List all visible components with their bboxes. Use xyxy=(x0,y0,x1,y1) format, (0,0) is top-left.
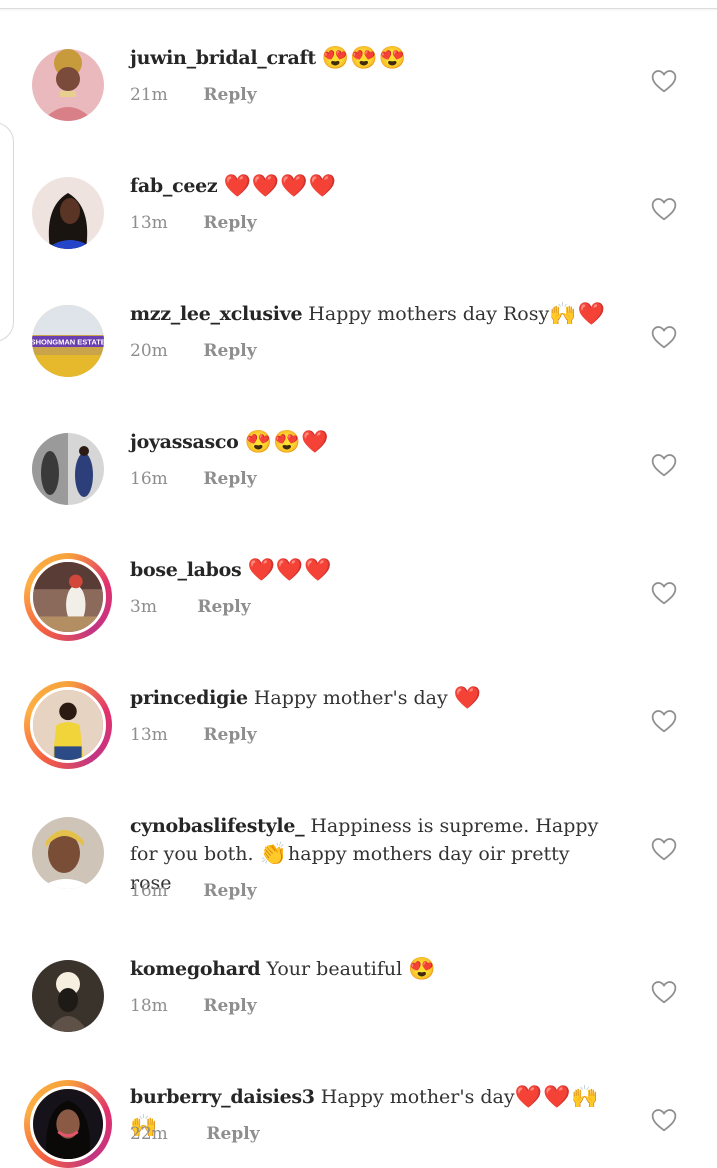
comment-time: 18m xyxy=(130,996,168,1016)
comment-time: 16m xyxy=(130,469,168,489)
avatar[interactable] xyxy=(32,817,104,889)
reply-button[interactable]: Reply xyxy=(203,213,256,233)
comment-text: Happy mother's day xyxy=(320,1086,515,1108)
like-heart-icon[interactable] xyxy=(651,453,677,477)
like-heart-icon[interactable] xyxy=(651,980,677,1004)
comment-time: 13m xyxy=(130,213,168,233)
reply-button[interactable]: Reply xyxy=(203,85,256,105)
like-heart-icon[interactable] xyxy=(651,837,677,861)
reply-button[interactable]: Reply xyxy=(203,725,256,745)
avatar[interactable] xyxy=(32,177,104,249)
reply-button[interactable]: Reply xyxy=(206,1124,259,1144)
comment-time: 21m xyxy=(130,85,168,105)
avatar[interactable] xyxy=(24,681,112,769)
comment-time: 3m xyxy=(130,597,157,617)
comment-time: 20m xyxy=(130,341,168,361)
comment-username[interactable]: komegohard xyxy=(130,958,261,980)
comment-username[interactable]: burberry_daisies3 xyxy=(130,1086,315,1108)
like-heart-icon[interactable] xyxy=(651,69,677,93)
comment-text: Your beautiful xyxy=(266,958,403,980)
avatar[interactable] xyxy=(24,1080,112,1168)
reply-button[interactable]: Reply xyxy=(203,881,256,901)
avatar[interactable] xyxy=(32,960,104,1032)
side-drawer-handle[interactable] xyxy=(0,122,14,342)
reply-button[interactable]: Reply xyxy=(197,597,250,617)
avatar[interactable]: ASHONGMAN ESTATES xyxy=(32,305,104,377)
reply-button[interactable]: Reply xyxy=(203,341,256,361)
avatar[interactable] xyxy=(32,433,104,505)
like-heart-icon[interactable] xyxy=(651,581,677,605)
comment-username[interactable]: princedigie xyxy=(130,687,248,709)
comment-time: 22m xyxy=(130,1124,168,1144)
reply-button[interactable]: Reply xyxy=(203,469,256,489)
comment-text: Happy mother's day xyxy=(253,687,448,709)
comment-username[interactable]: mzz_lee_xclusive xyxy=(130,303,303,325)
comment-emoji: 👏 xyxy=(259,842,289,867)
comment-emoji: 😍😍❤️ xyxy=(244,430,330,455)
comment-time: 16m xyxy=(130,881,168,901)
top-bar xyxy=(0,0,717,9)
comment-emoji: ❤️❤️❤️❤️ xyxy=(223,174,338,199)
comment-username[interactable]: joyassasco xyxy=(130,431,239,453)
comment-emoji: 🙌❤️ xyxy=(549,302,607,327)
avatar[interactable] xyxy=(32,49,104,121)
comment-text: Happy mothers day Rosy xyxy=(308,303,550,325)
comment-emoji: 😍😍😍 xyxy=(321,46,408,71)
comment-username[interactable]: juwin_bridal_craft xyxy=(130,47,316,69)
avatar[interactable] xyxy=(24,553,112,641)
comment-username[interactable]: cynobaslifestyle_ xyxy=(130,815,305,837)
comment-emoji: ❤️❤️❤️ xyxy=(247,558,333,583)
like-heart-icon[interactable] xyxy=(651,1108,677,1132)
svg-text:ASHONGMAN ESTATES: ASHONGMAN ESTATES xyxy=(32,338,104,347)
comment-username[interactable]: bose_labos xyxy=(130,559,242,581)
reply-button[interactable]: Reply xyxy=(203,996,256,1016)
like-heart-icon[interactable] xyxy=(651,197,677,221)
comment-username[interactable]: fab_ceez xyxy=(130,175,218,197)
like-heart-icon[interactable] xyxy=(651,325,677,349)
like-heart-icon[interactable] xyxy=(651,709,677,733)
comment-emoji: 😍 xyxy=(408,957,437,982)
comment-emoji: ❤️ xyxy=(453,686,483,711)
comment-time: 13m xyxy=(130,725,168,745)
